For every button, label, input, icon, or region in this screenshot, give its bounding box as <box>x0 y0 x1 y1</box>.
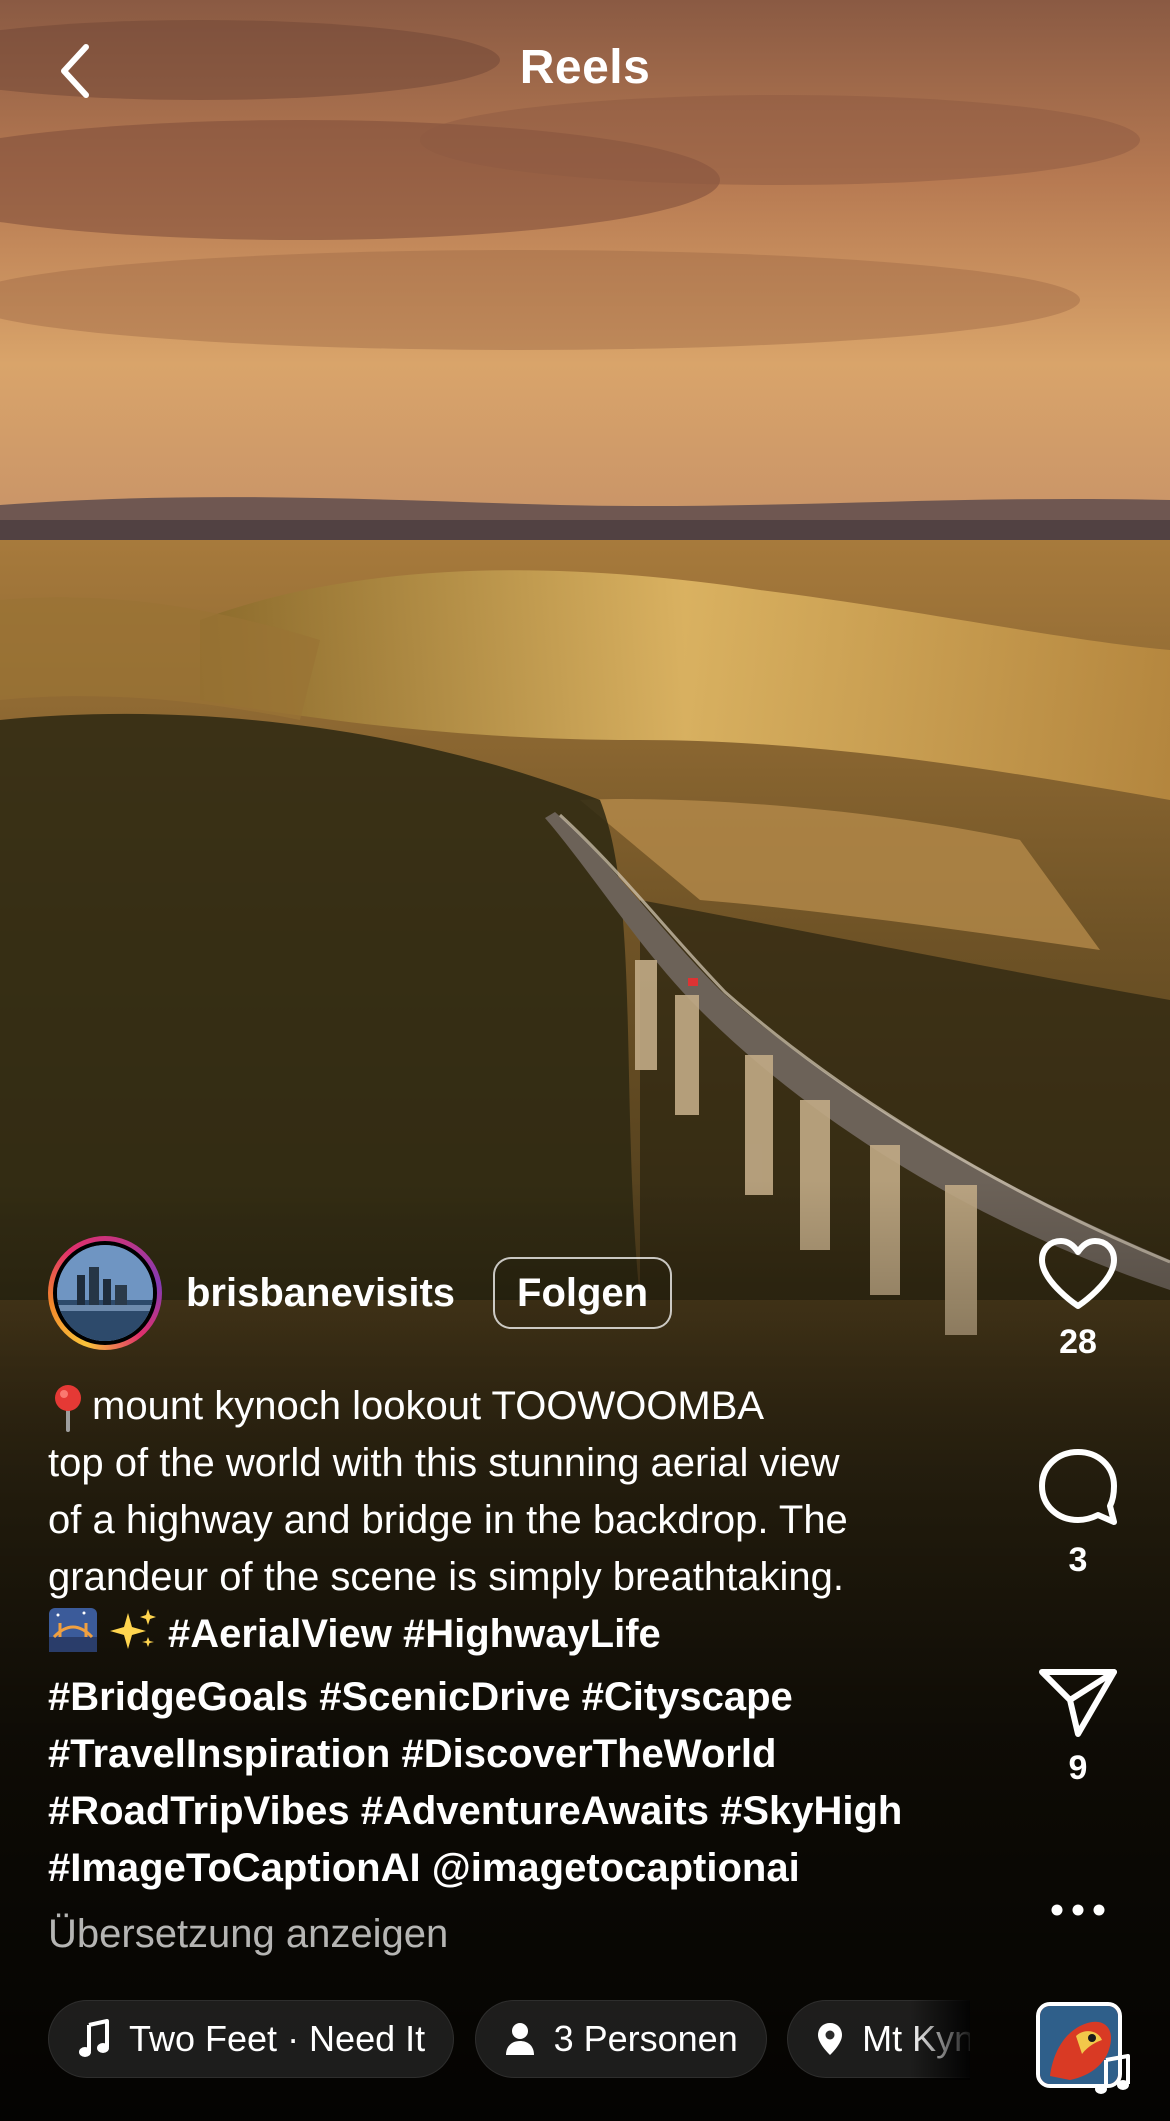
like-button[interactable]: 28 <box>1018 1236 1138 1362</box>
share-count: 9 <box>1068 1749 1088 1787</box>
share-icon <box>1039 1669 1117 1737</box>
share-button[interactable]: 9 <box>1018 1666 1138 1788</box>
round-pushpin-icon <box>48 1382 88 1432</box>
page-title: Reels <box>519 41 651 94</box>
hashtag-line[interactable]: #TravelInspiration #DiscoverTheWorld <box>48 1726 978 1783</box>
caption-line: of a highway and bridge in the backdrop.… <box>48 1498 848 1542</box>
comment-icon <box>1039 1449 1117 1525</box>
person-icon <box>505 2023 534 2055</box>
hashtag-line[interactable]: #ImageToCaptionAI @imagetocaptionai <box>48 1840 978 1897</box>
caption[interactable]: mount kynoch lookout TOOWOOMBA top of th… <box>48 1378 978 1897</box>
people-chip[interactable]: 3 Personen <box>474 2000 767 2078</box>
info-chips: Two Feet · Need It 3 Personen Mt Kynoch <box>48 2000 970 2080</box>
comment-button[interactable]: 3 <box>1018 1446 1138 1580</box>
comment-count: 3 <box>1068 1541 1088 1579</box>
avatar-image <box>53 1241 157 1345</box>
audio-chip[interactable]: Two Feet · Need It <box>48 2000 455 2078</box>
bridge-at-night-icon <box>48 1607 98 1669</box>
top-bar: Reels <box>0 0 1170 150</box>
audio-chip-label: Two Feet · Need It <box>129 2018 426 2059</box>
author-username[interactable]: brisbanevisits <box>186 1271 455 1316</box>
caption-location: mount kynoch lookout TOOWOOMBA <box>92 1384 765 1428</box>
music-note-icon <box>1090 2052 1134 2096</box>
hashtag-line[interactable]: #BridgeGoals #ScenicDrive #Cityscape <box>48 1669 978 1726</box>
sparkles-icon <box>108 1607 158 1669</box>
follow-button[interactable]: Folgen <box>493 1257 673 1329</box>
hashtags[interactable]: #AerialView #HighwayLife <box>168 1612 661 1656</box>
people-chip-label: 3 Personen <box>553 2018 738 2059</box>
author-row: brisbanevisits Folgen <box>48 1236 673 1350</box>
music-note-icon <box>79 2019 109 2057</box>
caption-line: grandeur of the scene is simply breathta… <box>48 1555 844 1599</box>
more-icon <box>1051 1904 1105 1916</box>
more-button[interactable] <box>1018 1880 1138 1940</box>
hashtag-line[interactable]: #RoadTripVibes #AdventureAwaits #SkyHigh <box>48 1783 978 1840</box>
caption-line: top of the world with this stunning aeri… <box>48 1441 840 1485</box>
show-translation-link[interactable]: Übersetzung anzeigen <box>48 1912 448 1957</box>
avatar[interactable] <box>48 1236 162 1350</box>
heart-icon <box>1039 1238 1117 1309</box>
caption-location-line: mount kynoch lookout TOOWOOMBA <box>48 1378 978 1435</box>
like-count: 28 <box>1059 1323 1097 1361</box>
hashtag-line: #AerialView #HighwayLife <box>48 1606 978 1669</box>
location-pin-icon <box>818 2023 843 2055</box>
chips-fade <box>910 2000 970 2080</box>
